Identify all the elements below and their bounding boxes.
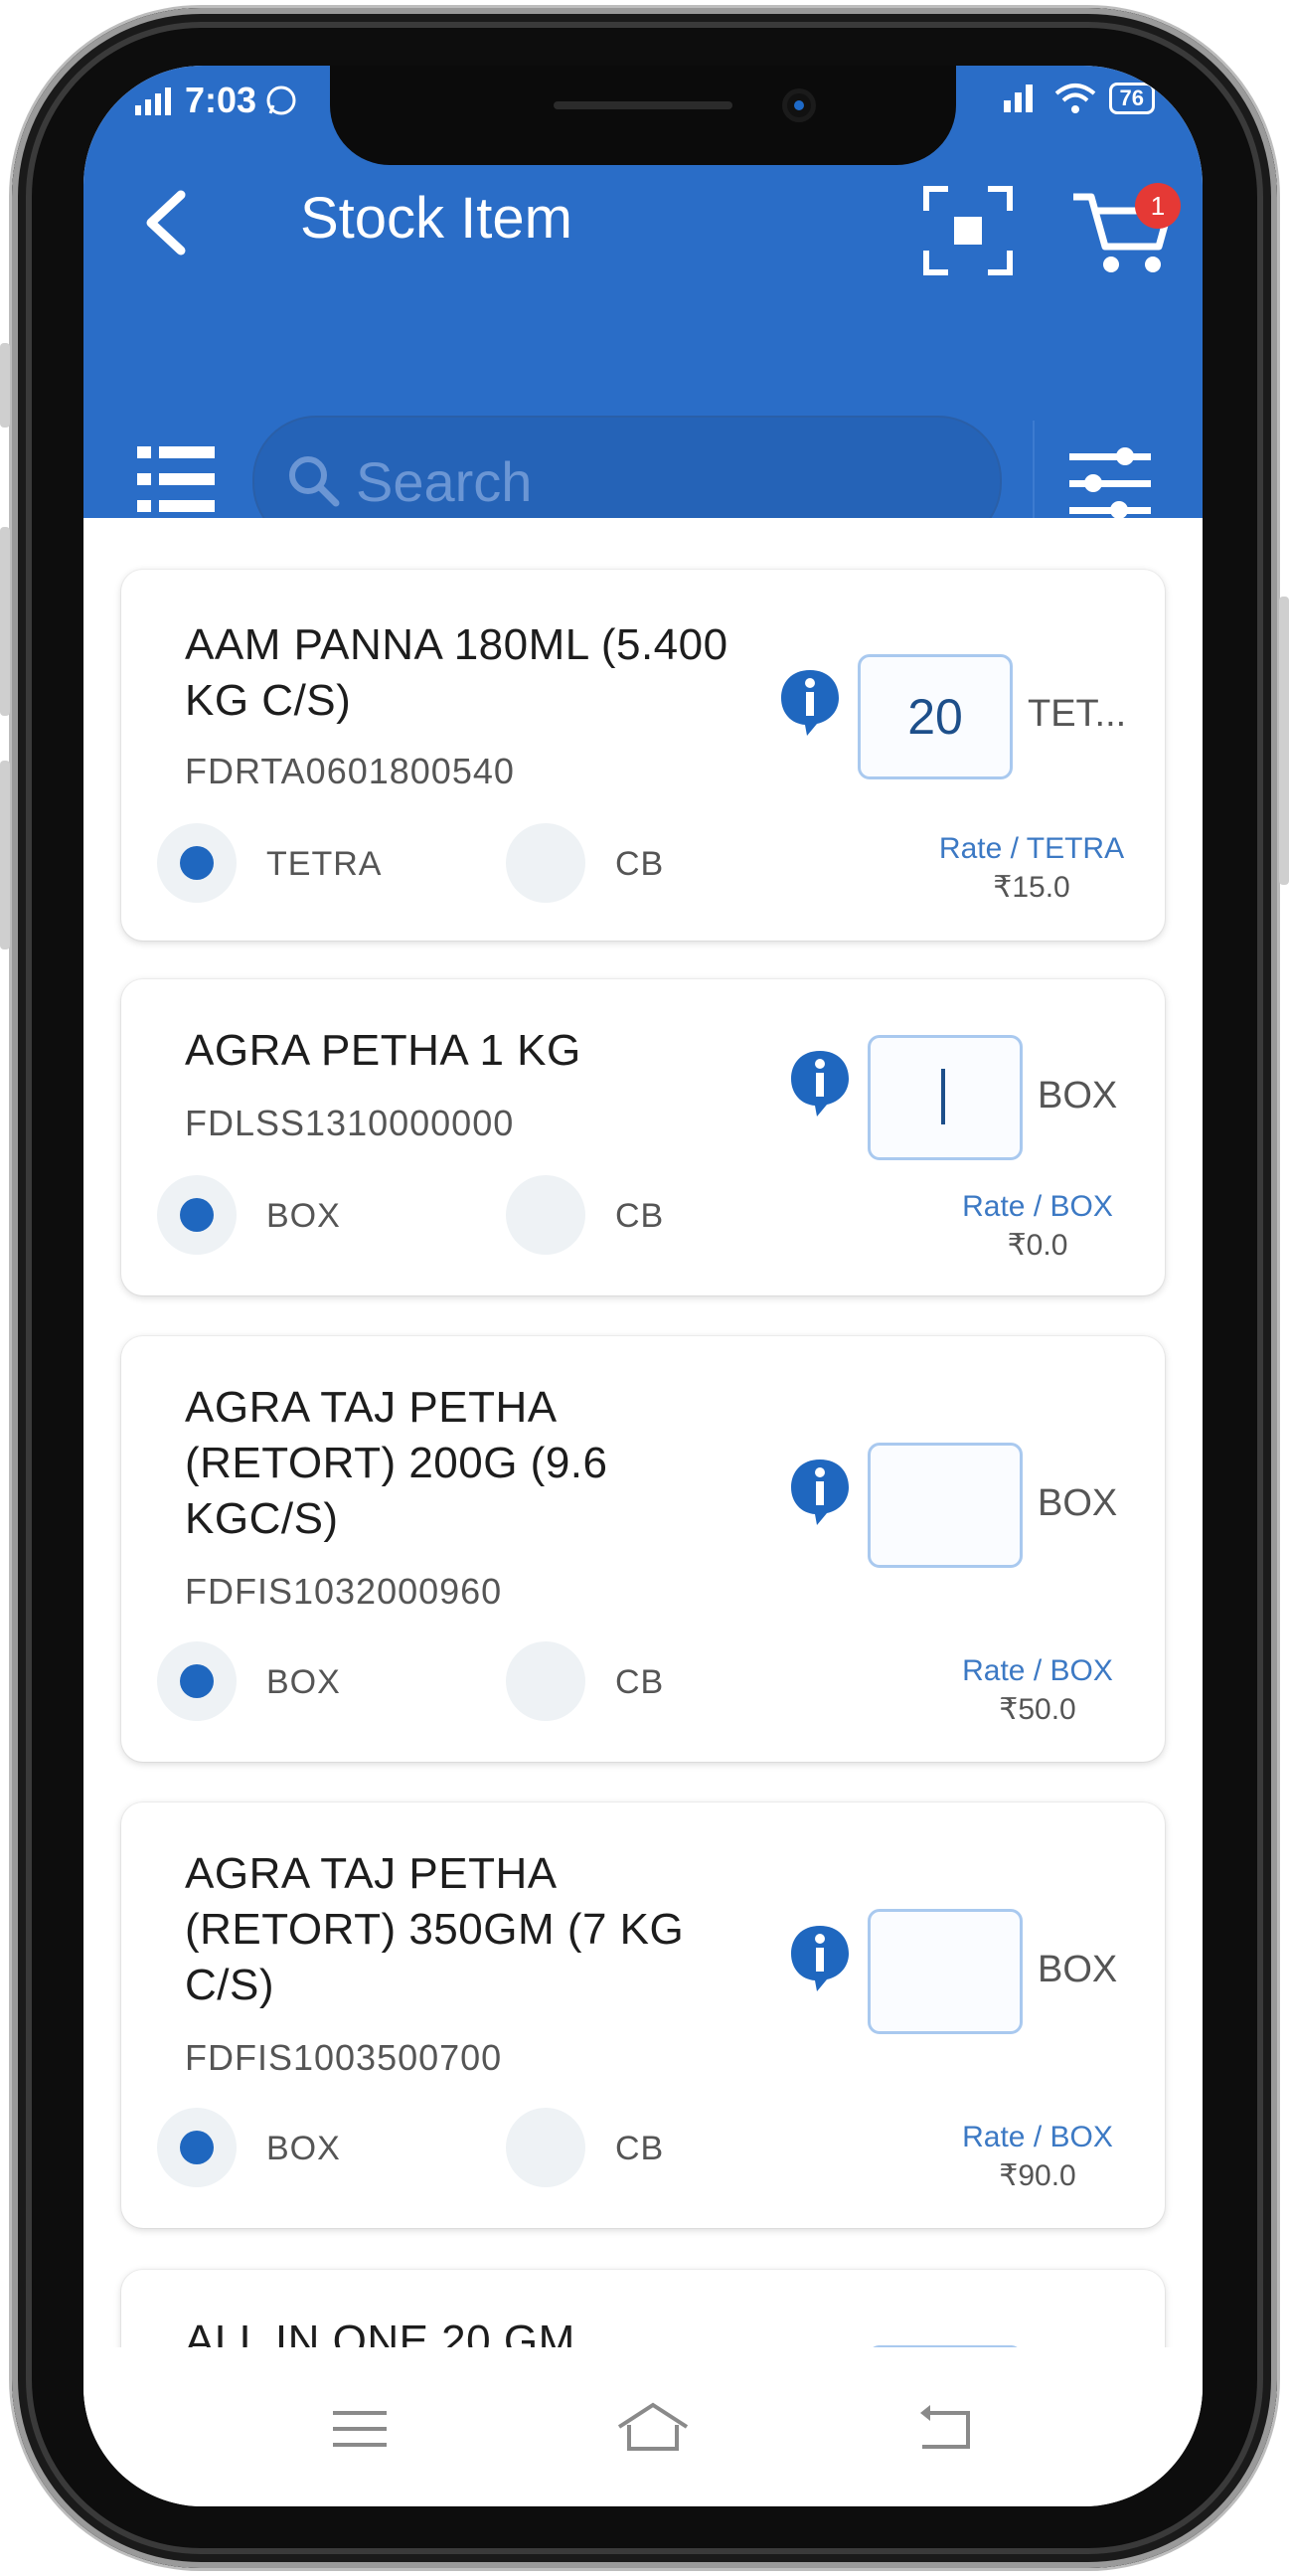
back-nav-icon[interactable] [910, 2399, 980, 2459]
menu-icon[interactable] [325, 2399, 395, 2459]
uom-radio-secondary-label: CB [615, 1663, 665, 1701]
item-name: AGRA TAJ PETHA (RETORT) 200G (9.6 KGC/S) [185, 1383, 608, 1543]
uom-radio-secondary-label: CB [615, 845, 665, 883]
phone-screen: 7:03 76 Stock Item 1 Search AAM PANNA 18… [83, 66, 1203, 2506]
stock-item-card[interactable]: ALL IN ONE 20 GM [121, 2270, 1165, 2347]
radio-selected-dot [180, 1664, 214, 1698]
item-code: FDFIS1003500700 [185, 2037, 503, 2078]
rate-value: ₹0.0 [1007, 1229, 1068, 1262]
info-icon[interactable] [787, 1047, 853, 1118]
search-input[interactable] [354, 439, 954, 523]
uom-radio-primary-label: BOX [266, 1197, 341, 1235]
camera-notch [330, 66, 956, 165]
stock-item-list: AAM PANNA 180ML (5.400 KG C/S) FDRTA0601… [83, 518, 1203, 2347]
text-cursor [941, 1069, 945, 1124]
stock-item-card[interactable]: AAM PANNA 180ML (5.400 KG C/S) FDRTA0601… [121, 570, 1165, 941]
item-name: AGRA PETHA 1 KG [185, 1026, 581, 1075]
filter-sliders-icon[interactable] [1067, 443, 1153, 525]
uom-radio-primary-label: BOX [266, 1663, 341, 1701]
rate-value: ₹90.0 [999, 2159, 1076, 2192]
quantity-input[interactable] [868, 1909, 1023, 2034]
status-time: 7:03 [185, 80, 257, 120]
uom-radio-primary[interactable] [157, 2108, 237, 2187]
uom-radio-primary-label: BOX [266, 2130, 341, 2167]
wifi-icon [1054, 84, 1095, 113]
mute-switch [0, 343, 10, 428]
volume-up-button [0, 527, 10, 716]
cart-count-badge: 1 [1135, 183, 1181, 229]
rate-label: Rate / BOX [962, 2121, 1113, 2153]
stock-item-card[interactable]: AGRA TAJ PETHA (RETORT) 200G (9.6 KGC/S)… [121, 1336, 1165, 1762]
battery-indicator: 76 [1108, 83, 1155, 114]
front-camera [787, 93, 811, 117]
rate-value: ₹50.0 [999, 1693, 1076, 1726]
uom-radio-secondary-label: CB [615, 1197, 665, 1235]
item-code: FDLSS1310000000 [185, 1103, 515, 1143]
back-arrow-icon[interactable] [131, 183, 201, 262]
uom-radio-primary[interactable] [157, 1641, 237, 1721]
quantity-input[interactable] [868, 1443, 1023, 1568]
uom-radio-secondary-label: CB [615, 2130, 665, 2167]
uom-radio-primary[interactable] [157, 1175, 237, 1255]
app-bar: 7:03 76 Stock Item 1 Search [83, 66, 1203, 552]
page-title: Stock Item [300, 186, 572, 251]
power-button [1279, 597, 1289, 885]
uom-radio-secondary[interactable] [506, 1175, 585, 1255]
uom-radio-primary[interactable] [157, 823, 237, 903]
radio-selected-dot [180, 2131, 214, 2164]
search-row [83, 326, 1203, 552]
quantity-unit: BOX [1038, 1482, 1118, 1524]
item-code: FDFIS1032000960 [185, 1571, 503, 1612]
uom-radio-secondary[interactable] [506, 2108, 585, 2187]
quantity-unit: BOX [1038, 1949, 1118, 1990]
item-name: AAM PANNA 180ML (5.400 KG C/S) [185, 620, 728, 725]
system-nav-bar [83, 2347, 1203, 2506]
quantity-input[interactable] [868, 1035, 1023, 1160]
earpiece-speaker [554, 101, 732, 109]
cellular-icon [1003, 85, 1033, 112]
item-name: AGRA TAJ PETHA (RETORT) 350GM (7 KG C/S) [185, 1849, 685, 2009]
rate-value: ₹15.0 [993, 871, 1070, 904]
signal-icon [135, 87, 171, 115]
status-bar-left: 7:03 [133, 80, 298, 121]
item-code: FDRTA0601800540 [185, 751, 515, 791]
whatsapp-icon [266, 86, 296, 115]
list-view-icon[interactable] [135, 442, 217, 516]
uom-radio-secondary[interactable] [506, 1641, 585, 1721]
stock-item-card[interactable]: AGRA PETHA 1 KG FDLSS1310000000 BOX CB B… [121, 979, 1165, 1295]
uom-radio-primary-label: TETRA [266, 845, 383, 883]
volume-down-button [0, 761, 10, 949]
rate-label: Rate / TETRA [938, 832, 1125, 865]
quantity-unit: BOX [1038, 1075, 1118, 1116]
quantity-unit: TET... [1028, 693, 1127, 735]
stock-item-card[interactable]: AGRA TAJ PETHA (RETORT) 350GM (7 KG C/S)… [121, 1803, 1165, 2228]
info-icon[interactable] [787, 1456, 853, 1527]
search-icon [289, 456, 340, 507]
rate-label: Rate / BOX [962, 1190, 1113, 1223]
quantity-input[interactable]: 20 [858, 654, 1013, 779]
info-icon[interactable] [787, 1922, 853, 1993]
item-name: ALL IN ONE 20 GM [185, 2317, 575, 2347]
status-bar-right: 76 [1002, 82, 1155, 115]
barcode-scan-icon[interactable] [918, 181, 1018, 280]
info-icon[interactable] [777, 666, 843, 738]
radio-selected-dot [180, 846, 214, 880]
home-icon[interactable] [608, 2399, 688, 2459]
radio-selected-dot [180, 1198, 214, 1232]
uom-radio-secondary[interactable] [506, 823, 585, 903]
rate-label: Rate / BOX [962, 1654, 1113, 1687]
